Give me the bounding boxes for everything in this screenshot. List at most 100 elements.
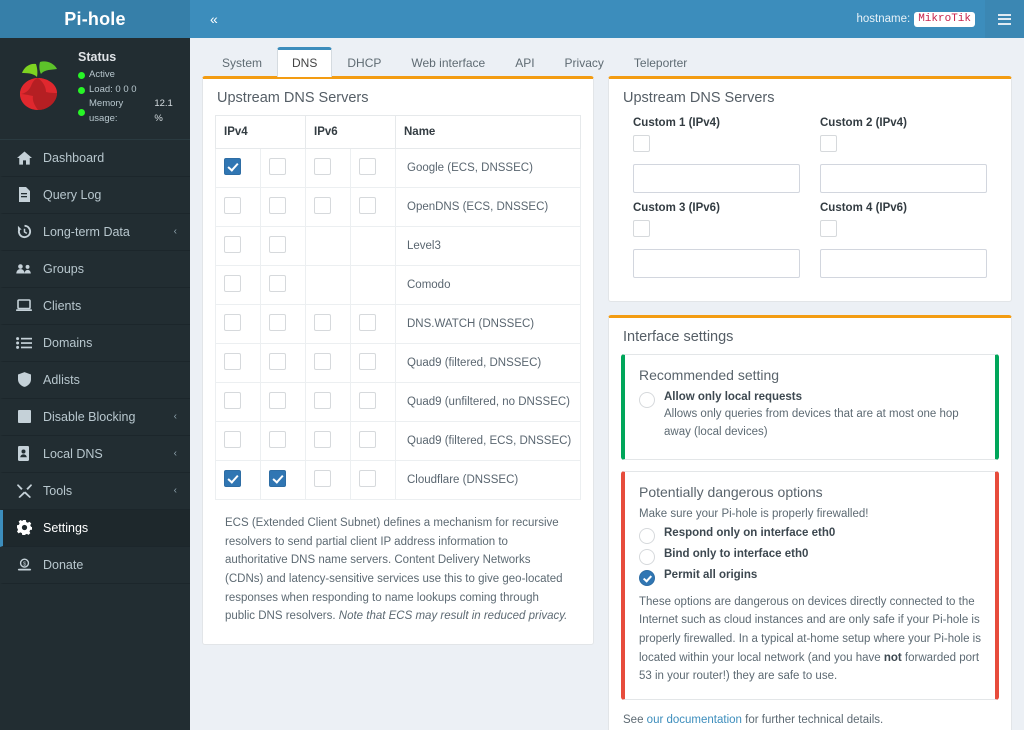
checkbox-ipv4-primary[interactable] [224,236,241,253]
custom-dns-input[interactable] [633,249,800,278]
checkbox-ipv4-secondary[interactable] [269,236,286,253]
option-allow-only-local-requests[interactable]: Allow only local requests Allows only qu… [639,391,981,442]
settings-tabs: System DNS DHCP Web interface API Privac… [202,38,1012,77]
option-respond-only-eth0[interactable]: Respond only on interface eth0 [639,527,981,544]
donate-icon: $ [16,558,32,572]
checkbox-ipv4-secondary-cell [260,421,306,461]
sidebar-item-long-term-data[interactable]: Long-term Data ‹ [0,214,190,251]
dangerous-heading: Potentially dangerous options [639,483,823,500]
checkbox-ipv6-primary[interactable] [314,470,331,487]
custom-dns-checkbox[interactable] [820,220,837,237]
checkbox-ipv4-primary[interactable] [224,470,241,487]
option-permit-all-origins[interactable]: Permit all origins [639,569,981,586]
menu-toggle-button[interactable] [985,0,1024,38]
sidebar-item-disable-blocking[interactable]: Disable Blocking ‹ [0,399,190,436]
checkbox-ipv6-primary[interactable] [314,314,331,331]
checkbox-ipv4-secondary[interactable] [269,431,286,448]
square-icon [16,410,32,424]
checkbox-ipv4-secondary[interactable] [269,314,286,331]
table-row: Cloudflare (DNSSEC) [215,460,581,500]
checkbox-ipv4-secondary[interactable] [269,392,286,409]
checkbox-ipv4-secondary[interactable] [269,158,286,175]
dangerous-subtext: Make sure your Pi-hole is properly firew… [639,507,869,520]
sidebar-item-local-dns[interactable]: Local DNS ‹ [0,436,190,473]
table-row: Quad9 (filtered, ECS, DNSSEC) [215,421,581,461]
table-row: Google (ECS, DNSSEC) [215,148,581,188]
sidebar-item-groups[interactable]: Groups [0,251,190,288]
tab-api[interactable]: API [500,47,549,77]
panel-title: Upstream DNS Servers [217,90,369,106]
checkbox-ipv4-primary[interactable] [224,431,241,448]
checkbox-ipv6-secondary[interactable] [359,314,376,331]
sidebar-collapse-button[interactable]: « [204,9,224,29]
checkbox-ipv4-secondary[interactable] [269,197,286,214]
checkbox-ipv4-primary[interactable] [224,275,241,292]
custom-dns-input[interactable] [820,164,987,193]
custom-dns-input[interactable] [820,249,987,278]
sidebar-item-dashboard[interactable]: Dashboard [0,140,190,177]
main-area: « hostname: MikroTik System DNS DHCP Web… [190,0,1024,730]
checkbox-ipv6-secondary[interactable] [359,392,376,409]
checkbox-ipv6-primary[interactable] [314,158,331,175]
document-icon [16,187,32,203]
checkbox-ipv4-primary[interactable] [224,353,241,370]
sidebar-item-tools[interactable]: Tools ‹ [0,473,190,510]
checkbox-ipv6-secondary[interactable] [359,158,376,175]
dangerous-note: These options are dangerous on devices d… [639,593,981,686]
checkbox-ipv6-secondary[interactable] [359,431,376,448]
checkbox-ipv4-primary[interactable] [224,392,241,409]
checkbox-ipv6-secondary[interactable] [359,353,376,370]
radio-respond-only[interactable] [639,527,655,544]
checkbox-ipv6-primary[interactable] [314,353,331,370]
chevron-icon: ‹ [173,411,177,423]
tab-teleporter[interactable]: Teleporter [619,47,702,77]
checkbox-ipv6-secondary-cell [350,382,396,422]
status-dot-load [78,86,85,94]
tab-system[interactable]: System [207,47,277,77]
tab-dhcp[interactable]: DHCP [332,47,396,77]
checkbox-ipv6-secondary-cell [350,304,396,344]
option-bind-only-eth0[interactable]: Bind only to interface eth0 [639,548,981,565]
brand-title[interactable]: Pi-hole [0,0,190,38]
checkbox-ipv4-primary[interactable] [224,158,241,175]
sidebar-item-query-log[interactable]: Query Log [0,177,190,214]
table-row: DNS.WATCH (DNSSEC) [215,304,581,344]
content-area: System DNS DHCP Web interface API Privac… [190,38,1024,730]
sidebar-item-adlists[interactable]: Adlists [0,362,190,399]
tab-dns[interactable]: DNS [277,47,333,77]
checkbox-ipv4-secondary[interactable] [269,470,286,487]
server-name: OpenDNS (ECS, DNSSEC) [395,187,581,227]
checkbox-ipv4-secondary[interactable] [269,353,286,370]
pihole-admin-app: Pi-hole Status Active Load: 0 0 0 Memory… [0,0,1024,730]
radio-permit-all-origins[interactable] [639,569,655,586]
radio-bind-only[interactable] [639,548,655,565]
custom-dns-checkbox[interactable] [820,135,837,152]
checkbox-ipv6-primary[interactable] [314,431,331,448]
tab-web-interface[interactable]: Web interface [396,47,500,77]
checkbox-ipv4-primary[interactable] [224,197,241,214]
recommended-heading: Recommended setting [639,367,780,383]
custom-dns-checkbox[interactable] [633,135,650,152]
checkbox-ipv4-secondary[interactable] [269,275,286,292]
documentation-link[interactable]: our documentation [647,714,742,726]
interface-settings-panel: Interface settings Recommended setting A… [608,315,1012,730]
sidebar-item-clients[interactable]: Clients [0,288,190,325]
sidebar-item-donate[interactable]: $ Donate [0,547,190,584]
checkbox-ipv6-secondary[interactable] [359,197,376,214]
custom-dns-input[interactable] [633,164,800,193]
option-description: Allows only queries from devices that ar… [664,408,959,439]
custom-dns-checkbox[interactable] [633,220,650,237]
checkbox-ipv6-primary-cell [305,148,351,188]
sidebar-item-domains[interactable]: Domains [0,325,190,362]
checkbox-ipv6-primary[interactable] [314,197,331,214]
recommended-setting-box: Recommended setting Allow only local req… [621,354,999,460]
checkbox-ipv6-primary[interactable] [314,392,331,409]
radio-allow-local[interactable] [639,392,655,408]
option-label: Permit all origins [664,568,758,581]
checkbox-ipv4-primary[interactable] [224,314,241,331]
sidebar-item-settings[interactable]: Settings [0,509,190,547]
tab-privacy[interactable]: Privacy [550,47,619,77]
checkbox-ipv6-secondary-cell [350,187,396,227]
custom-dns-panel: Upstream DNS Servers Custom 1 (IPv4) Cust… [608,76,1012,302]
checkbox-ipv6-secondary[interactable] [359,470,376,487]
